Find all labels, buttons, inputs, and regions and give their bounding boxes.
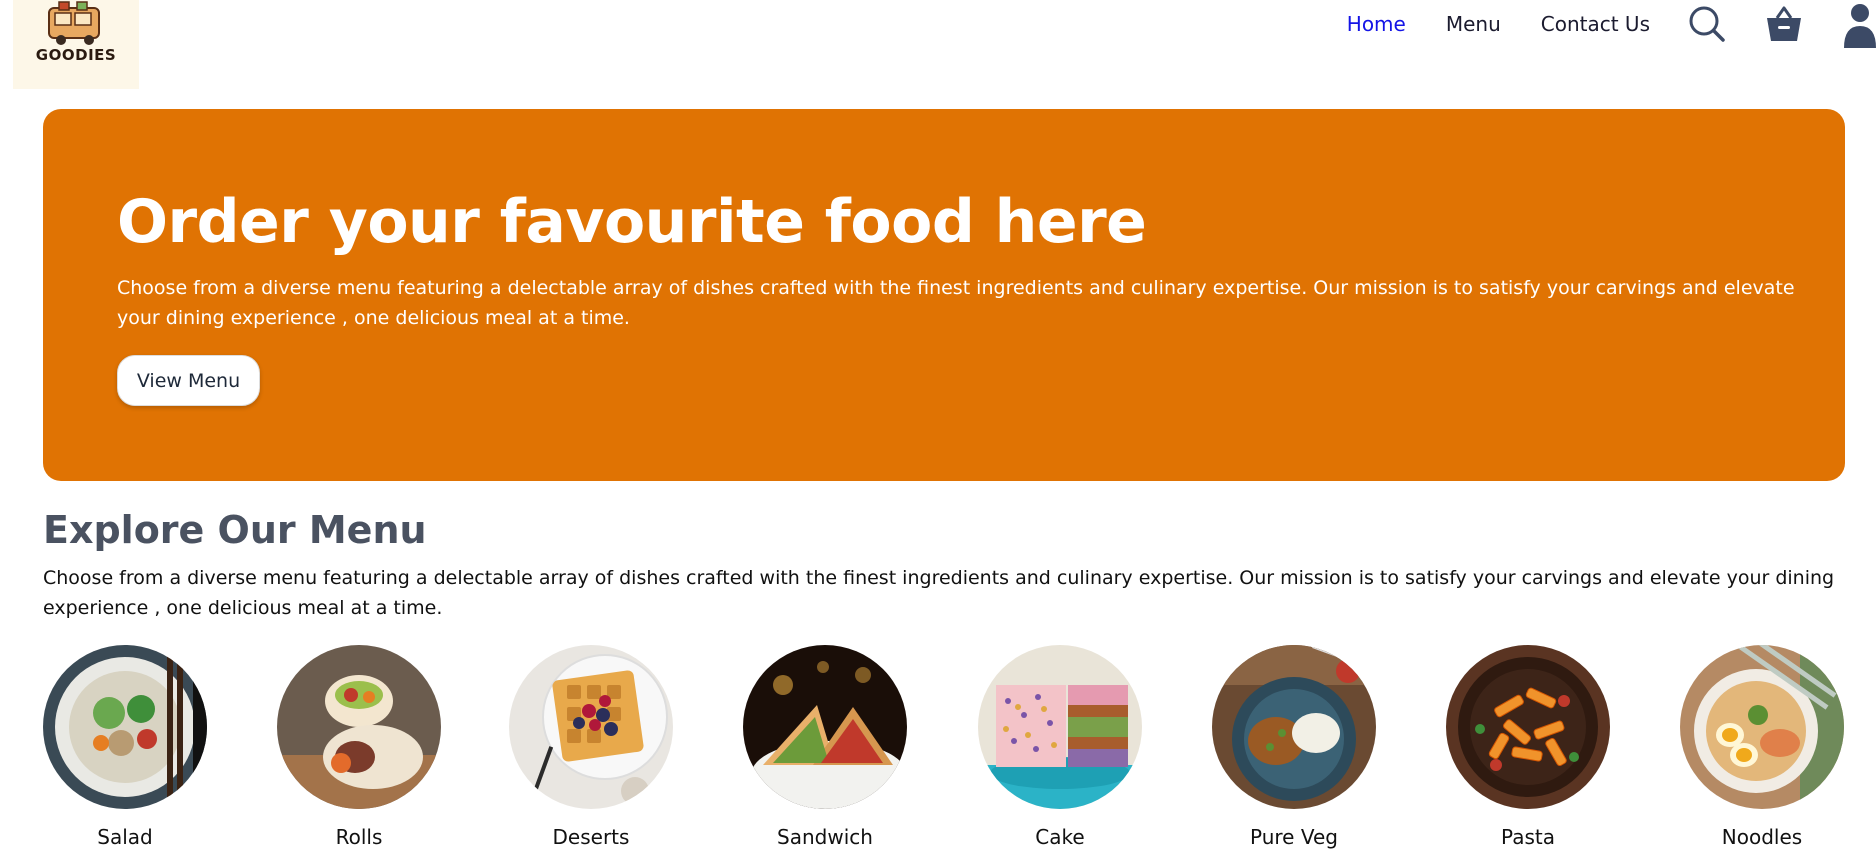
menu-item-label: Sandwich bbox=[777, 825, 873, 849]
pure-veg-image bbox=[1212, 645, 1376, 809]
nav-link-home[interactable]: Home bbox=[1347, 12, 1406, 36]
menu-item-pasta[interactable]: Pasta bbox=[1445, 645, 1611, 849]
sandwich-image bbox=[743, 645, 907, 809]
menu-item-label: Salad bbox=[97, 825, 153, 849]
pasta-image bbox=[1446, 645, 1610, 809]
menu-item-rolls[interactable]: Rolls bbox=[276, 645, 442, 849]
menu-item-pure-veg[interactable]: Pure Veg bbox=[1211, 645, 1377, 849]
cake-image bbox=[978, 645, 1142, 809]
explore-title: Explore Our Menu bbox=[43, 508, 427, 552]
nav-link-menu[interactable]: Menu bbox=[1446, 12, 1501, 36]
salad-image bbox=[43, 645, 207, 809]
rolls-image bbox=[277, 645, 441, 809]
view-menu-button[interactable]: View Menu bbox=[117, 355, 260, 406]
deserts-image bbox=[509, 645, 673, 809]
menu-item-noodles[interactable]: Noodles bbox=[1679, 645, 1845, 849]
hero-banner: Order your favourite food here Choose fr… bbox=[43, 109, 1845, 481]
nav-link-contact[interactable]: Contact Us bbox=[1541, 12, 1650, 36]
menu-item-label: Pure Veg bbox=[1250, 825, 1338, 849]
brand-logo[interactable]: GOODIES bbox=[13, 0, 139, 89]
menu-category-list: Salad Rolls Deserts Sandwich Cake Pure V… bbox=[0, 645, 1876, 854]
menu-item-label: Deserts bbox=[552, 825, 630, 849]
menu-item-cake[interactable]: Cake bbox=[977, 645, 1143, 849]
top-nav: Home Menu Contact Us bbox=[1347, 0, 1876, 48]
menu-item-salad[interactable]: Salad bbox=[42, 645, 208, 849]
food-truck-icon bbox=[48, 1, 100, 45]
menu-item-label: Rolls bbox=[335, 825, 383, 849]
menu-item-label: Pasta bbox=[1501, 825, 1555, 849]
noodles-image bbox=[1680, 645, 1844, 809]
menu-item-label: Cake bbox=[1035, 825, 1085, 849]
explore-description: Choose from a diverse menu featuring a d… bbox=[43, 567, 1835, 619]
basket-icon[interactable] bbox=[1764, 4, 1804, 44]
hero-description: Choose from a diverse menu featuring a d… bbox=[117, 277, 1795, 329]
search-icon[interactable] bbox=[1688, 5, 1726, 43]
user-icon[interactable] bbox=[1840, 0, 1876, 48]
menu-item-label: Noodles bbox=[1721, 825, 1803, 849]
menu-item-sandwich[interactable]: Sandwich bbox=[742, 645, 908, 849]
menu-item-deserts[interactable]: Deserts bbox=[508, 645, 674, 849]
hero-title: Order your favourite food here bbox=[117, 187, 1147, 257]
brand-name: GOODIES bbox=[35, 46, 117, 64]
